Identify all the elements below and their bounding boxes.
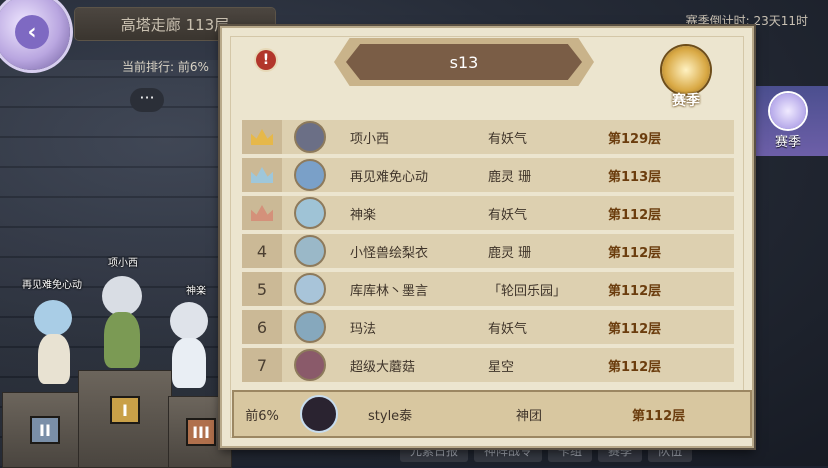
table-row[interactable]: 5 库库林丶墨言 「轮回乐园」 第112层	[242, 272, 734, 306]
rank-cell	[242, 120, 282, 154]
rank-cell	[242, 158, 282, 192]
guild-name: 有妖气	[488, 131, 528, 147]
avatar	[300, 395, 338, 433]
self-name: style泰	[368, 408, 413, 424]
table-row[interactable]: 项小西 有妖气 第129层	[242, 120, 734, 154]
guild-name: 有妖气	[488, 207, 528, 223]
player-name: 库库林丶墨言	[350, 283, 429, 299]
table-row[interactable]: 6 玛法 有妖气 第112层	[242, 310, 734, 344]
player-name: 玛法	[350, 321, 377, 337]
avatar	[294, 159, 326, 191]
self-guild: 神团	[516, 408, 543, 424]
rank-cell	[242, 196, 282, 230]
avatar	[294, 349, 326, 381]
floor-value: 第129层	[608, 131, 662, 147]
guild-name: 鹿灵 珊	[488, 245, 532, 261]
gold-crown-icon	[251, 129, 273, 145]
guild-name: 有妖气	[488, 321, 528, 337]
rank-number: 7	[242, 348, 282, 382]
season-side-label: 赛季	[774, 134, 801, 150]
chat-bubble-icon[interactable]: ···	[130, 88, 164, 112]
season-emblem[interactable]: 赛季	[654, 42, 718, 109]
player-name: 小怪兽绘梨衣	[350, 245, 429, 261]
avatar	[294, 121, 326, 153]
floor-value: 第112层	[608, 245, 662, 261]
character-first	[92, 266, 152, 376]
avatar	[294, 197, 326, 229]
floor-value: 第112层	[608, 359, 662, 375]
alert-icon[interactable]: !	[256, 50, 276, 70]
ranking-list: 项小西 有妖气 第129层 再见难免心动 鹿灵 珊 第113层 神楽 有妖气 第…	[242, 120, 734, 386]
current-rank-text: 当前排行: 前6%	[122, 60, 209, 74]
self-rank: 前6%	[245, 408, 279, 424]
bronze-crown-icon	[251, 205, 273, 221]
player-name: 超级大蘑菇	[350, 359, 416, 375]
season-globe-icon	[770, 92, 806, 129]
season-side-button[interactable]: 赛季	[748, 86, 828, 156]
rank-number: 4	[242, 234, 282, 268]
player-name: 项小西	[350, 131, 390, 147]
table-row[interactable]: 4 小怪兽绘梨衣 鹿灵 珊 第112层	[242, 234, 734, 268]
self-rank-row[interactable]: 前6% style泰 神团 第112层	[232, 390, 752, 438]
floor-value: 第112层	[608, 283, 662, 299]
avatar	[294, 311, 326, 343]
podium-name-second: 再见难免心动	[22, 280, 82, 291]
self-floor: 第112层	[632, 408, 686, 424]
guild-name: 鹿灵 珊	[488, 169, 532, 185]
season-crest-icon	[662, 46, 710, 94]
floor-value: 第112层	[608, 321, 662, 337]
player-name: 神楽	[350, 207, 377, 223]
avatar	[294, 273, 326, 305]
character-second	[28, 290, 78, 390]
podium-badge-first: I	[110, 396, 140, 424]
ranking-panel: ! s13 赛季 项小西 有妖气 第129层 再见难免心动 鹿灵 珊 第113层…	[220, 26, 754, 448]
avatar	[294, 235, 326, 267]
back-arrow-icon: ‹	[15, 15, 49, 49]
guild-name: 「轮回乐园」	[488, 283, 567, 299]
season-emblem-label: 赛季	[672, 93, 700, 109]
panel-title: s13	[346, 44, 582, 80]
floor-value: 第113层	[608, 169, 662, 185]
rank-number: 5	[242, 272, 282, 306]
floor-value: 第112层	[608, 207, 662, 223]
table-row[interactable]: 再见难免心动 鹿灵 珊 第113层	[242, 158, 734, 192]
silver-crown-icon	[251, 167, 273, 183]
guild-name: 星空	[488, 359, 515, 375]
rank-number: 6	[242, 310, 282, 344]
table-row[interactable]: 7 超级大蘑菇 星空 第112层	[242, 348, 734, 382]
table-row[interactable]: 神楽 有妖气 第112层	[242, 196, 734, 230]
player-name: 再见难免心动	[350, 169, 429, 185]
podium-badge-third: III	[186, 418, 216, 446]
podium-badge-second: II	[30, 416, 60, 444]
